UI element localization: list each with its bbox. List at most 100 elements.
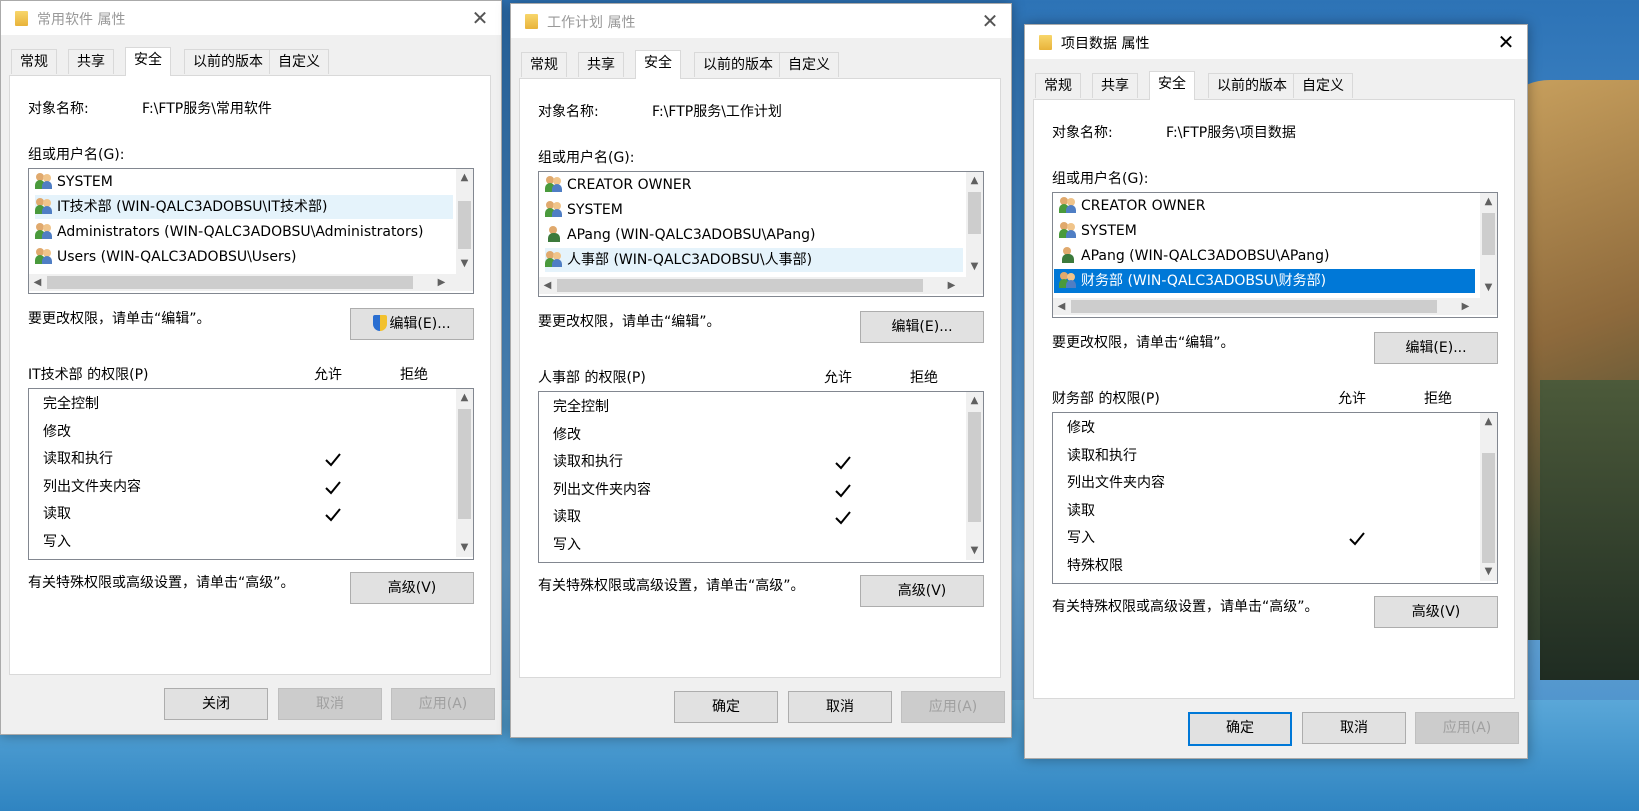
vertical-scrollbar[interactable]: ▲ ▼ (1480, 193, 1497, 298)
edit-button[interactable]: 编辑(E)... (860, 311, 984, 343)
list-item[interactable]: 人事部 (WIN-QALC3ADOBSU\人事部) (545, 248, 963, 272)
scroll-thumb[interactable] (968, 412, 981, 522)
permission-row: 列出文件夹内容 (553, 482, 651, 498)
chevron-up-icon[interactable]: ▲ (456, 389, 473, 406)
permission-row: 读取和执行 (43, 451, 113, 467)
tab-previous-versions[interactable]: 以前的版本 (694, 52, 782, 77)
scroll-thumb[interactable] (1482, 213, 1495, 255)
tab-sharing[interactable]: 共享 (68, 49, 114, 74)
chevron-down-icon[interactable]: ▼ (1480, 563, 1497, 580)
close-icon[interactable]: ✕ (1493, 29, 1519, 55)
chevron-left-icon[interactable]: ◀ (1053, 298, 1070, 315)
chevron-down-icon[interactable]: ▼ (1480, 279, 1497, 296)
user-group-icon (35, 248, 53, 264)
permissions-list: 完全控制 修改 读取和执行 列出文件夹内容 读取 写入 ▲ ▼ (28, 388, 474, 560)
tab-general[interactable]: 常规 (521, 52, 567, 77)
permission-row: 读取 (553, 509, 581, 525)
chevron-up-icon[interactable]: ▲ (456, 169, 473, 186)
horizontal-scrollbar[interactable]: ◀ ▶ (539, 277, 983, 294)
tab-previous-versions[interactable]: 以前的版本 (184, 49, 272, 74)
apply-button[interactable]: 应用(A) (901, 691, 1005, 723)
chevron-right-icon[interactable]: ▶ (943, 277, 960, 294)
deny-header: 拒绝 (400, 367, 428, 383)
chevron-down-icon[interactable]: ▼ (966, 542, 983, 559)
horizontal-scrollbar[interactable]: ◀ ▶ (1053, 298, 1497, 315)
scroll-thumb[interactable] (557, 279, 923, 292)
apply-button[interactable]: 应用(A) (391, 688, 495, 720)
user-listbox[interactable]: CREATOR OWNER SYSTEM APang (WIN-QALC3ADO… (1052, 192, 1498, 318)
edit-button[interactable]: 编辑(E)... (350, 308, 474, 340)
list-item[interactable]: SYSTEM (545, 198, 963, 222)
close-icon[interactable]: ✕ (467, 5, 493, 31)
list-item[interactable]: SYSTEM (35, 170, 453, 194)
advanced-button[interactable]: 高级(V) (1374, 596, 1498, 628)
list-item[interactable]: CREATOR OWNER (1059, 194, 1477, 218)
tab-general[interactable]: 常规 (11, 49, 57, 74)
horizontal-scrollbar[interactable]: ◀ ▶ (29, 274, 473, 291)
chevron-up-icon[interactable]: ▲ (1480, 193, 1497, 210)
chevron-down-icon[interactable]: ▼ (456, 255, 473, 272)
folder-icon (525, 14, 538, 29)
cancel-button[interactable]: 取消 (1302, 712, 1406, 744)
chevron-right-icon[interactable]: ▶ (433, 274, 450, 291)
tab-customize[interactable]: 自定义 (779, 52, 839, 77)
vertical-scrollbar[interactable]: ▲ ▼ (966, 392, 983, 560)
chevron-up-icon[interactable]: ▲ (1480, 413, 1497, 430)
apply-button[interactable]: 应用(A) (1415, 712, 1519, 744)
close-icon[interactable]: ✕ (977, 8, 1003, 34)
scroll-thumb[interactable] (968, 192, 981, 234)
background-rock-shadow (1540, 380, 1639, 680)
tab-security[interactable]: 安全 (635, 50, 681, 79)
permission-row: 完全控制 (553, 399, 609, 415)
chevron-down-icon[interactable]: ▼ (456, 539, 473, 556)
permissions-label: 财务部 的权限(P) (1052, 391, 1160, 407)
security-panel: 对象名称: F:\FTP服务\常用软件 组或用户名(G): SYSTEM IT技… (9, 75, 491, 675)
chevron-right-icon[interactable]: ▶ (1457, 298, 1474, 315)
chevron-left-icon[interactable]: ◀ (539, 277, 556, 294)
chevron-left-icon[interactable]: ◀ (29, 274, 46, 291)
advanced-button[interactable]: 高级(V) (860, 575, 984, 607)
user-listbox[interactable]: SYSTEM IT技术部 (WIN-QALC3ADOBSU\IT技术部) Adm… (28, 168, 474, 294)
vertical-scrollbar[interactable]: ▲ ▼ (966, 172, 983, 277)
list-item[interactable]: APang (WIN-QALC3ADOBSU\APang) (545, 223, 963, 247)
tab-customize[interactable]: 自定义 (269, 49, 329, 74)
chevron-up-icon[interactable]: ▲ (966, 392, 983, 409)
ok-button[interactable]: 确定 (674, 691, 778, 723)
list-item[interactable]: CREATOR OWNER (545, 173, 963, 197)
scroll-thumb[interactable] (1482, 453, 1495, 563)
cancel-button[interactable]: 取消 (278, 688, 382, 720)
list-item[interactable]: SYSTEM (1059, 219, 1477, 243)
properties-dialog-2: 工作计划 属性 ✕ 常规 共享 安全 以前的版本 自定义 对象名称: F:\FT… (510, 3, 1012, 738)
edit-button[interactable]: 编辑(E)... (1374, 332, 1498, 364)
list-item[interactable]: APang (WIN-QALC3ADOBSU\APang) (1059, 244, 1477, 268)
tab-sharing[interactable]: 共享 (578, 52, 624, 77)
vertical-scrollbar[interactable]: ▲ ▼ (1480, 413, 1497, 581)
close-button[interactable]: 关闭 (164, 688, 268, 720)
list-item-selected[interactable]: 财务部 (WIN-QALC3ADOBSU\财务部) (1054, 269, 1475, 293)
vertical-scrollbar[interactable]: ▲ ▼ (456, 169, 473, 274)
scroll-thumb[interactable] (1071, 300, 1437, 313)
object-name-label: 对象名称: (1052, 125, 1113, 141)
chevron-up-icon[interactable]: ▲ (966, 172, 983, 189)
scroll-thumb[interactable] (458, 201, 471, 249)
tab-customize[interactable]: 自定义 (1293, 73, 1353, 98)
user-listbox[interactable]: CREATOR OWNER SYSTEM APang (WIN-QALC3ADO… (538, 171, 984, 297)
allow-header: 允许 (824, 370, 852, 386)
tab-previous-versions[interactable]: 以前的版本 (1208, 73, 1296, 98)
list-item[interactable]: Administrators (WIN-QALC3ADOBSU\Administ… (35, 220, 453, 244)
vertical-scrollbar[interactable]: ▲ ▼ (456, 389, 473, 557)
scroll-thumb[interactable] (458, 409, 471, 519)
user-name: APang (WIN-QALC3ADOBSU\APang) (1081, 248, 1330, 264)
scroll-thumb[interactable] (47, 276, 413, 289)
tab-sharing[interactable]: 共享 (1092, 73, 1138, 98)
tab-general[interactable]: 常规 (1035, 73, 1081, 98)
cancel-button[interactable]: 取消 (788, 691, 892, 723)
permission-row: 读取 (43, 506, 71, 522)
chevron-down-icon[interactable]: ▼ (966, 258, 983, 275)
ok-button[interactable]: 确定 (1188, 712, 1292, 746)
tab-security[interactable]: 安全 (125, 47, 171, 76)
list-item[interactable]: IT技术部 (WIN-QALC3ADOBSU\IT技术部) (35, 195, 453, 219)
list-item[interactable]: Users (WIN-QALC3ADOBSU\Users) (35, 245, 453, 269)
tab-security[interactable]: 安全 (1149, 71, 1195, 100)
advanced-button[interactable]: 高级(V) (350, 572, 474, 604)
